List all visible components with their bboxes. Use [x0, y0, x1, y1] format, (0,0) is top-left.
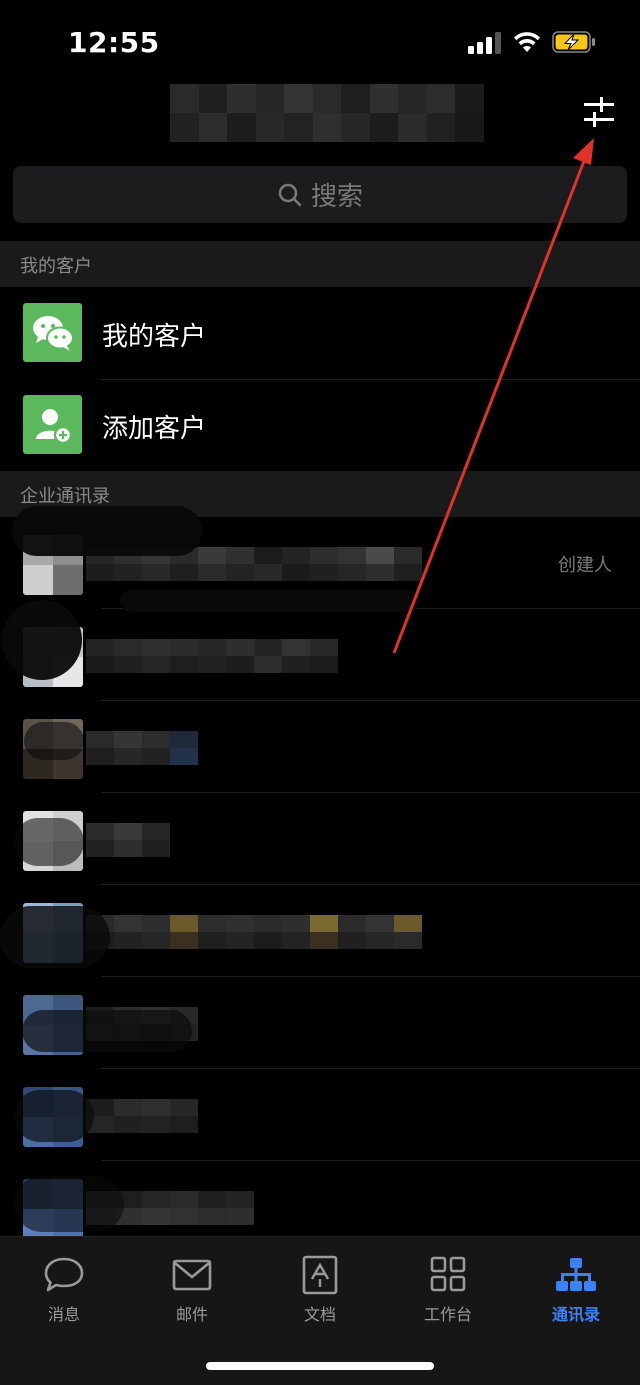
- signal-icon: [468, 32, 502, 54]
- tab-messages[interactable]: 消息: [19, 1255, 109, 1335]
- contact-name: [86, 915, 422, 949]
- contact-name: [86, 1099, 198, 1133]
- mail-icon: [172, 1259, 212, 1291]
- redaction-smear: [14, 1090, 94, 1142]
- tab-mail[interactable]: 邮件: [147, 1255, 237, 1335]
- list-item-label: 我的客户: [102, 322, 207, 352]
- filter-sliders-icon[interactable]: [578, 95, 620, 131]
- redaction-smear: [14, 1176, 124, 1232]
- document-icon: [302, 1255, 338, 1295]
- add-user-icon: [23, 395, 82, 454]
- redaction-smear: [12, 506, 202, 556]
- redaction-smear: [2, 600, 82, 680]
- contact-row[interactable]: [0, 609, 640, 701]
- list-item-label: 添加客户: [102, 414, 207, 444]
- wechat-icon: [23, 303, 82, 362]
- search-icon: [278, 183, 302, 206]
- search-bar[interactable]: 搜索: [13, 166, 627, 223]
- wifi-icon: [514, 32, 540, 52]
- status-time: 12:55: [68, 26, 160, 59]
- contact-row[interactable]: [0, 701, 640, 793]
- grid-apps-icon: [430, 1256, 466, 1292]
- redaction-smear: [0, 906, 110, 968]
- contact-row[interactable]: [0, 1069, 640, 1161]
- tab-contacts[interactable]: 通讯录: [531, 1255, 621, 1335]
- contact-row[interactable]: [0, 793, 640, 885]
- list-item-add-customer[interactable]: 添加客户: [0, 380, 640, 472]
- list-item-my-customers[interactable]: 我的客户: [0, 288, 640, 380]
- creator-badge: 创建人: [558, 555, 612, 576]
- contact-name: [86, 731, 198, 765]
- chat-bubble-icon: [44, 1257, 84, 1292]
- search-placeholder: 搜索: [310, 182, 363, 212]
- page-title: [170, 84, 484, 142]
- redaction-smear: [14, 818, 84, 866]
- redaction-smear: [120, 590, 420, 612]
- battery-charging-icon: [552, 31, 595, 53]
- contact-name: [86, 823, 170, 857]
- status-bar: 12:55: [0, 0, 640, 84]
- redaction-smear: [24, 722, 84, 760]
- tab-workbench[interactable]: 工作台: [403, 1255, 493, 1335]
- redaction-smear: [22, 1010, 192, 1052]
- section-header-customers: 我的客户: [0, 241, 640, 287]
- tab-docs[interactable]: 文档: [275, 1255, 365, 1335]
- contact-name: [86, 639, 338, 673]
- org-chart-icon: [556, 1258, 596, 1291]
- home-indicator: [206, 1362, 434, 1370]
